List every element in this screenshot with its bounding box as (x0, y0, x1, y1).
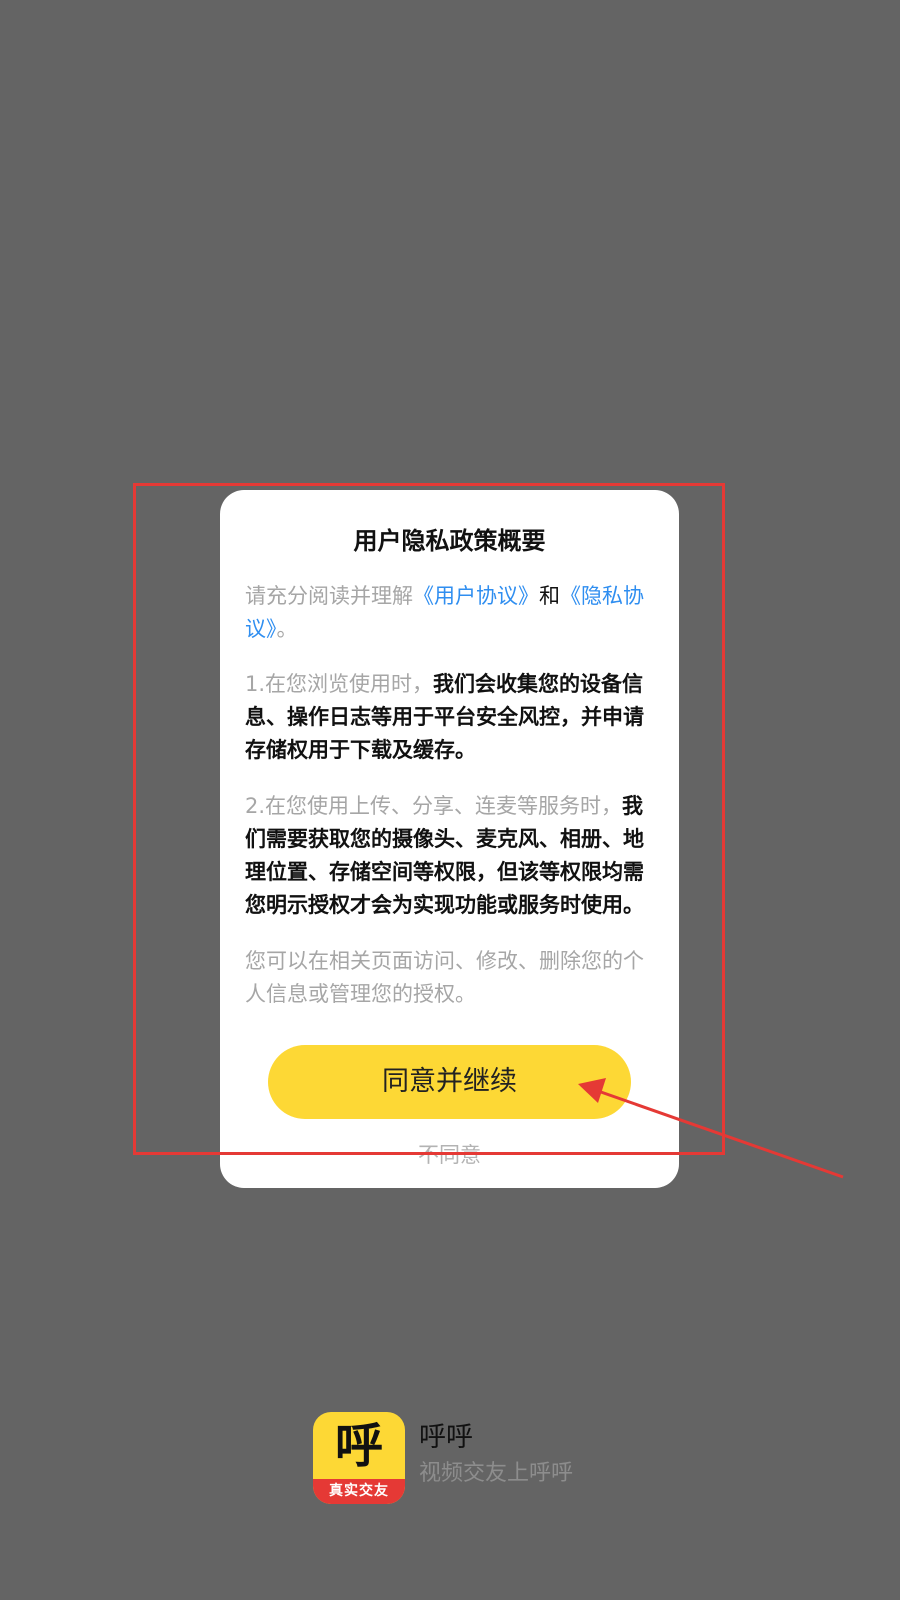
intro-suffix: 。 (276, 617, 298, 641)
clause-1-prefix: 1.在您浏览使用时， (245, 672, 434, 696)
clause-2-prefix: 2.在您使用上传、分享、连麦等服务时， (245, 794, 623, 818)
app-logo-icon: 呼 真实交友 (313, 1412, 405, 1504)
user-agreement-link[interactable]: 《用户协议》 (413, 584, 539, 608)
disagree-button[interactable]: 不同意 (220, 1142, 679, 1168)
dialog-title: 用户隐私政策概要 (353, 527, 546, 555)
privacy-policy-dialog: 用户隐私政策概要 请充分阅读并理解《用户协议》和《隐私协议》。 1.在您浏览使用… (220, 490, 679, 1188)
clause-1: 1.在您浏览使用时，我们会收集您的设备信息、操作日志等用于平台安全风控，并申请存… (245, 668, 650, 767)
app-identity: 呼 真实交友 呼呼 视频交友上呼呼 (313, 1412, 633, 1504)
agree-continue-button[interactable]: 同意并继续 (268, 1045, 631, 1119)
app-slogan: 视频交友上呼呼 (419, 1461, 574, 1486)
app-name: 呼呼 (419, 1422, 473, 1453)
note-paragraph: 您可以在相关页面访问、修改、删除您的个人信息或管理您的授权。 (245, 949, 644, 1006)
app-logo-band: 真实交友 (313, 1479, 405, 1504)
app-logo-glyph: 呼 (334, 1418, 383, 1474)
intro-prefix: 请充分阅读并理解 (245, 584, 413, 608)
clause-2: 2.在您使用上传、分享、连麦等服务时，我们需要获取您的摄像头、麦克风、相册、地理… (245, 790, 650, 922)
intro-paragraph: 请充分阅读并理解《用户协议》和《隐私协议》。 (245, 580, 650, 646)
intro-and: 和 (539, 584, 560, 608)
